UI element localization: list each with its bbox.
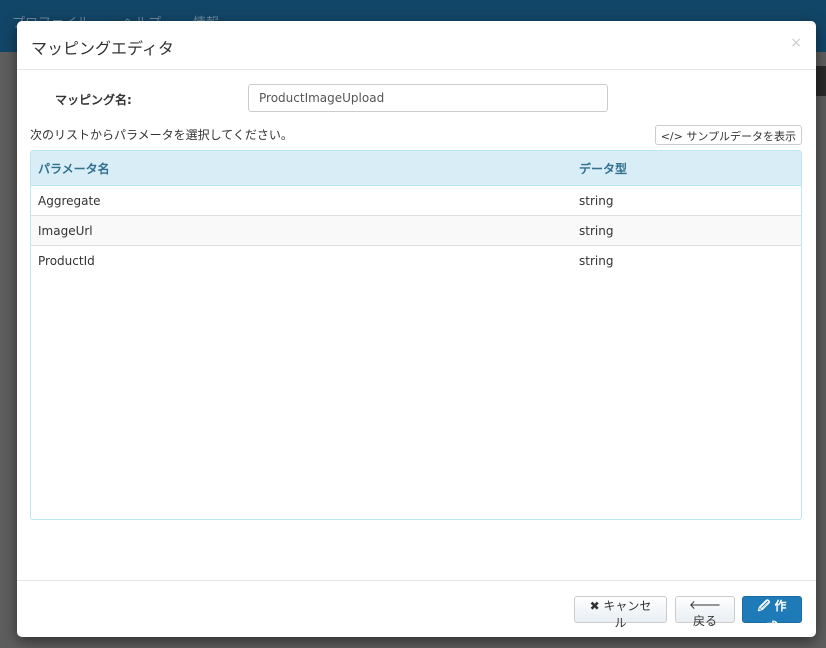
- modal-title: マッピングエディタ: [31, 39, 174, 58]
- close-icon[interactable]: ×: [790, 35, 802, 51]
- column-header-param-name: パラメータ名: [38, 161, 110, 176]
- param-name: ImageUrl: [38, 223, 93, 238]
- table-row[interactable]: ProductId string: [31, 246, 801, 276]
- show-sample-data-button[interactable]: </> サンプルデータを表示: [654, 125, 802, 145]
- column-header-data-type: データ型: [579, 161, 628, 176]
- param-name: ProductId: [38, 254, 95, 268]
- instruction-text: 次のリストからパラメータを選択してください。: [30, 128, 293, 142]
- table-row[interactable]: ImageUrl string: [31, 216, 801, 246]
- background-element: [816, 66, 826, 96]
- cancel-button[interactable]: ✖ キャンセル: [574, 596, 667, 630]
- mapping-name-label: マッピング名:: [55, 93, 132, 107]
- create-button[interactable]: 🖉 作成: [742, 596, 802, 634]
- back-button[interactable]: 🡐 戻る: [675, 596, 735, 628]
- table-row[interactable]: Aggregate string: [31, 186, 801, 216]
- mapping-name-input[interactable]: [248, 84, 608, 112]
- param-name: Aggregate: [38, 193, 101, 208]
- data-type: string: [579, 223, 614, 238]
- table-header: パラメータ名 データ型: [31, 151, 801, 186]
- data-type: string: [579, 254, 614, 268]
- data-type: string: [579, 193, 614, 208]
- mapping-editor-modal: マッピングエディタ × マッピング名: 次のリストからパラメータを選択してくださ…: [17, 21, 816, 637]
- parameter-table: パラメータ名 データ型 Aggregate string ImageUrl stri…: [30, 150, 802, 520]
